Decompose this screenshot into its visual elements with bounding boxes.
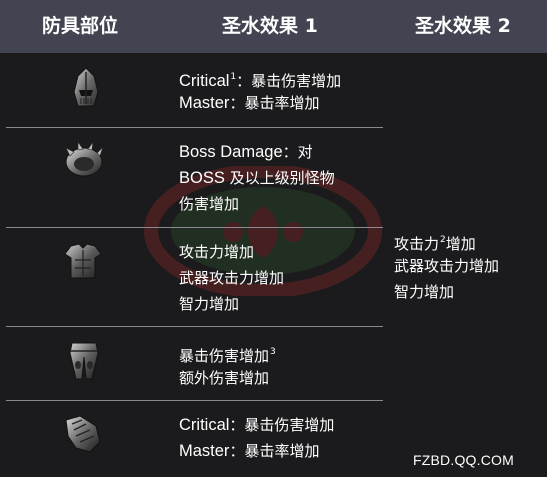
row2-line2: BOSS 及以上级别怪物 (179, 169, 335, 187)
row-divider (6, 326, 383, 327)
helmet-icon (64, 66, 108, 110)
armor-holy-water-table: 防具部位 圣水效果 1 圣水效果 2 Critical1：暴击伤害增加 Mast… (0, 0, 547, 477)
row4-line1: 暴击伤害增加3 (179, 347, 276, 365)
table-header: 防具部位 圣水效果 1 圣水效果 2 (0, 0, 547, 53)
header-effect-1: 圣水效果 1 (222, 15, 318, 37)
row5-line2: Master：暴击率增加 (179, 442, 320, 460)
row-divider (6, 400, 383, 401)
row3-line1: 攻击力增加 (179, 243, 255, 261)
gauntlet-icon (60, 412, 104, 456)
row1-line1: Critical1：暴击伤害增加 (179, 72, 342, 90)
leg-armor-icon (62, 339, 106, 383)
row3-line2: 武器攻击力增加 (179, 269, 285, 287)
shoulder-guard-icon (62, 138, 106, 182)
row2-line3: 伤害增加 (179, 195, 240, 213)
effect2-line2: 武器攻击力增加 (394, 257, 500, 275)
chest-armor-icon (61, 240, 105, 284)
header-armor-part: 防具部位 (42, 15, 119, 37)
header-effect-2: 圣水效果 2 (415, 15, 511, 37)
row3-line3: 智力增加 (179, 295, 240, 313)
effect2-line1: 攻击力2增加 (394, 235, 476, 253)
row4-line2: 额外伤害增加 (179, 369, 270, 387)
row-divider (6, 127, 383, 128)
site-watermark-text: FZBD.QQ.COM (413, 452, 514, 468)
effect2-line3: 智力增加 (394, 283, 455, 301)
row-divider (6, 227, 383, 228)
row2-line1: Boss Damage：对 (179, 143, 313, 161)
row1-line2: Master：暴击率增加 (179, 94, 320, 112)
row5-line1: Critical：暴击伤害增加 (179, 416, 335, 434)
